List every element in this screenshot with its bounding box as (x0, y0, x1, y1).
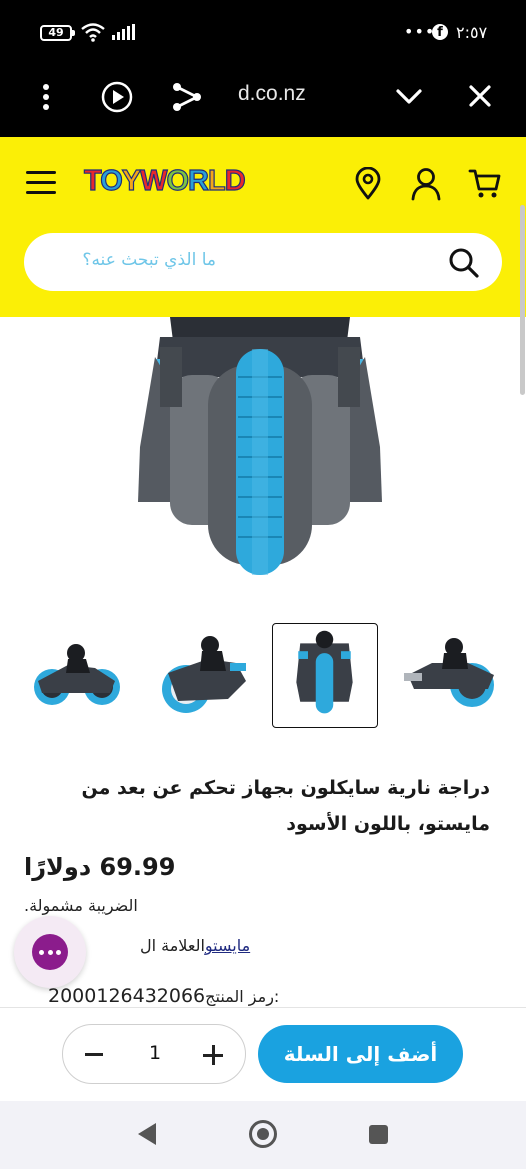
account-icon[interactable] (410, 167, 442, 201)
search-input[interactable]: ما الذي تبحث عنه؟ (24, 233, 502, 291)
store-location-icon[interactable] (354, 167, 382, 201)
product-main-image[interactable] (60, 317, 460, 587)
add-to-cart-button[interactable]: أضف إلى السلة (258, 1025, 463, 1083)
more-notifications-icon: ••• (404, 22, 436, 41)
status-bar: 49 ••• f ٢:٥٧ (0, 0, 526, 64)
site-header: TOYWORLD ما الذي تبحث عنه؟ (0, 137, 526, 317)
home-icon[interactable] (249, 1120, 277, 1148)
back-icon[interactable] (138, 1123, 156, 1145)
wifi-icon (81, 23, 105, 42)
chat-button[interactable] (14, 916, 86, 988)
url-text[interactable]: d.co.nz (238, 82, 306, 106)
battery-level: 49 (48, 26, 64, 39)
system-navigation-bar (0, 1101, 526, 1169)
page-scrollbar[interactable] (520, 205, 525, 395)
add-to-cart-bar: 1 أضف إلى السلة (0, 1007, 526, 1101)
signal-icon (112, 24, 135, 40)
product-thumbnail[interactable] (398, 623, 504, 728)
decrease-quantity-button[interactable] (85, 1053, 103, 1056)
sku-label: رمز المنتج: (205, 987, 280, 1006)
facebook-icon: f (432, 24, 448, 40)
recent-apps-icon[interactable] (369, 1125, 388, 1144)
browser-toolbar: d.co.nz (0, 64, 526, 137)
sku-row: 2000126432066رمز المنتج: (48, 985, 279, 1007)
search-placeholder: ما الذي تبحث عنه؟ (82, 250, 216, 270)
brand-row: مايستوالعلامة ال (140, 936, 250, 955)
browser-menu-icon[interactable] (36, 80, 56, 114)
product-thumbnail[interactable] (20, 623, 126, 728)
brand-label: العلامة ال (140, 936, 205, 955)
increase-quantity-button[interactable] (203, 1045, 223, 1065)
brand-link[interactable]: مايستو (205, 936, 250, 955)
quantity-stepper: 1 (62, 1024, 246, 1084)
product-thumbnail[interactable] (148, 623, 254, 728)
menu-icon[interactable] (26, 171, 56, 195)
product-price: 69.99 دولارًا (24, 853, 176, 881)
play-icon[interactable] (100, 80, 134, 114)
product-thumbnail-selected[interactable] (272, 623, 378, 728)
sku-value: 2000126432066 (48, 985, 206, 1007)
chat-bubble-icon (32, 934, 68, 970)
tax-note: الضريبة مشمولة. (24, 896, 138, 915)
product-title: دراجة نارية سايكلون بجهاز تحكم عن بعد من… (81, 777, 490, 835)
chevron-down-icon[interactable] (394, 82, 424, 112)
close-icon[interactable] (466, 82, 494, 110)
clock: ٢:٥٧ (456, 23, 488, 42)
battery-icon: 49 (40, 25, 75, 41)
toyworld-logo[interactable]: TOYWORLD (83, 164, 246, 198)
share-icon[interactable] (170, 80, 204, 114)
quantity-input[interactable]: 1 (141, 1042, 169, 1064)
search-icon[interactable] (448, 247, 480, 279)
cart-icon[interactable] (468, 167, 502, 201)
